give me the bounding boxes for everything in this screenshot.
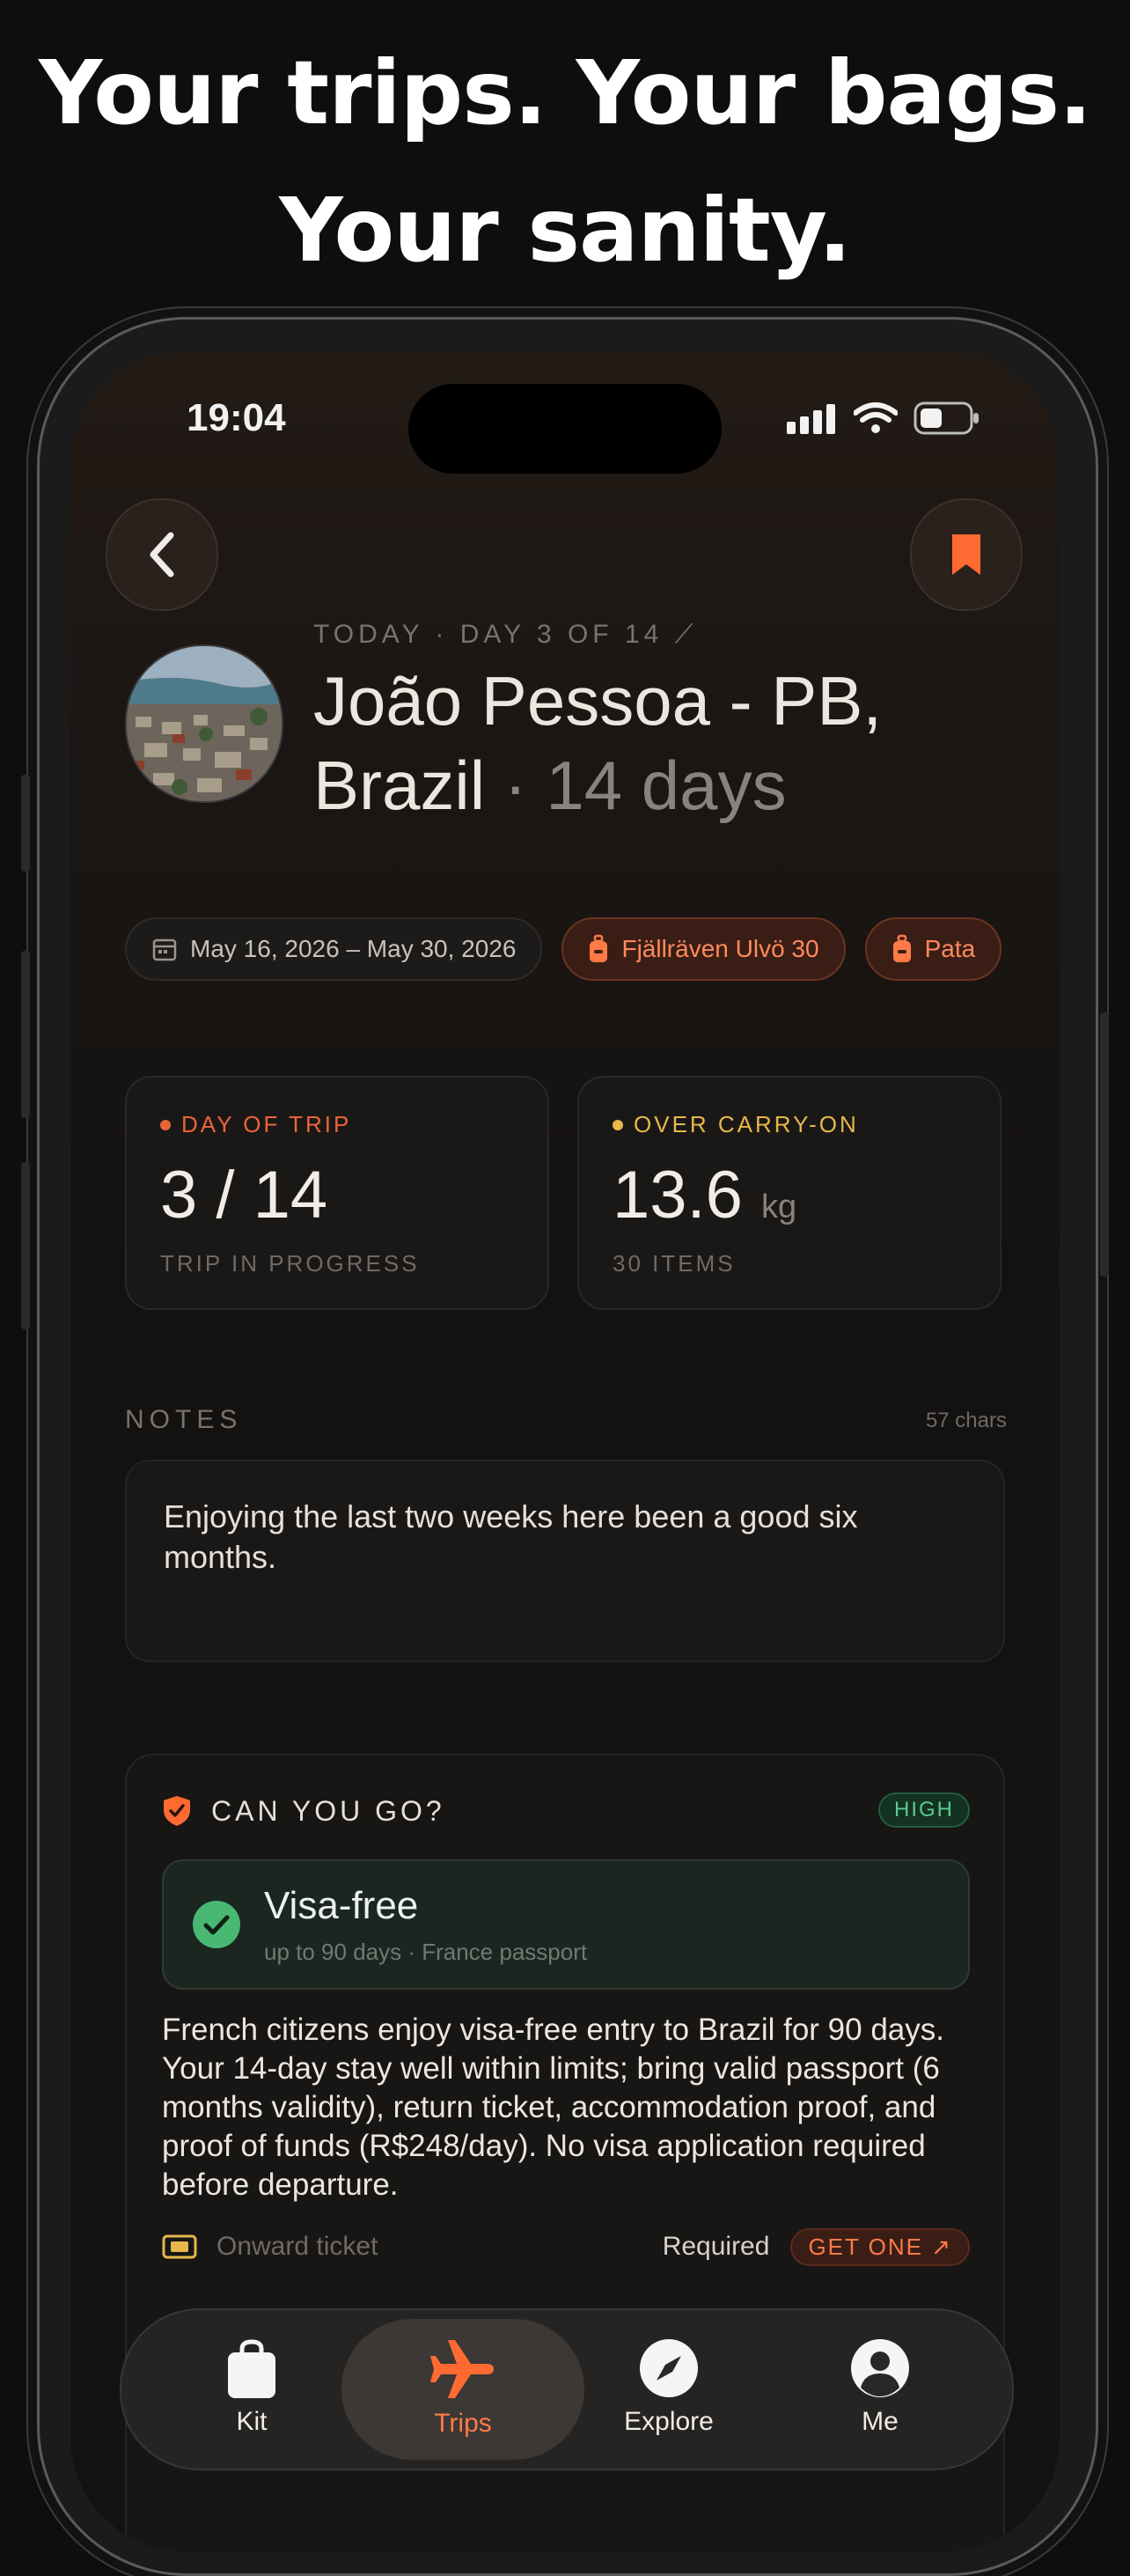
visa-description: French citizens enjoy visa-free entry to… [162, 2013, 944, 2202]
side-button [21, 951, 30, 1118]
tab-me[interactable]: Me [801, 2310, 959, 2469]
luggage-icon [892, 934, 911, 962]
status-time: 19:04 [187, 396, 286, 439]
visa-title: Visa-free [264, 1884, 419, 1927]
side-button [21, 1162, 30, 1329]
stat-label: OVER CARRY-ON [634, 1111, 859, 1137]
bag-chip-label: Pata [924, 935, 976, 962]
visa-status-box: Visa-free up to 90 days · France passpor… [162, 1859, 970, 1990]
tab-kit[interactable]: Kit [172, 2310, 331, 2469]
can-you-go-title: CAN YOU GO? [211, 1794, 445, 1827]
title-separator: · [485, 747, 547, 824]
bookmark-icon [952, 534, 980, 575]
requirement-row: Onward ticket Required GET ONE ↗ [162, 2226, 970, 2268]
carry-on-weight-card: OVER CARRY-ON 13.6 kg 30 ITEMS [577, 1076, 1002, 1310]
check-circle-icon [193, 1901, 240, 1948]
stat-unit: kg [761, 1189, 797, 1225]
dynamic-island [408, 384, 722, 474]
stat-value: 13.6 [613, 1158, 743, 1233]
power-button [1100, 1012, 1109, 1277]
notes-field[interactable]: Enjoying the last two weeks here been a … [125, 1460, 1005, 1662]
battery-icon [914, 401, 979, 435]
notes-char-count: 57 chars [925, 1409, 1007, 1432]
tab-label: Trips [434, 2409, 492, 2438]
trip-title: João Pessoa - PB, Brazil · 14 days [313, 659, 982, 828]
bag-icon [228, 2339, 275, 2398]
ticket-icon [162, 2234, 197, 2259]
destination-photo [125, 644, 283, 803]
tab-label: Explore [624, 2407, 714, 2436]
bag-chip-label: Fjällräven Ulvö 30 [621, 935, 819, 962]
notes-heading: NOTES [125, 1405, 243, 1434]
dates-label: May 16, 2026 – May 30, 2026 [190, 935, 517, 962]
calendar-icon [152, 938, 177, 961]
trip-chips: May 16, 2026 – May 30, 2026 Fjällräven U… [125, 917, 1002, 981]
side-button [21, 775, 30, 872]
stat-sub: 30 ITEMS [613, 1250, 736, 1277]
shield-check-icon [164, 1796, 190, 1826]
trip-duration: 14 days [546, 747, 787, 824]
tab-label: Me [862, 2407, 899, 2436]
tab-bar: Kit Trips Explore Me [120, 2308, 1014, 2470]
person-icon [851, 2339, 909, 2397]
requirement-status: Required [662, 2232, 770, 2261]
day-of-trip-card: DAY OF TRIP 3 / 14 TRIP IN PROGRESS [125, 1076, 549, 1310]
compass-icon [640, 2339, 698, 2397]
stat-label: DAY OF TRIP [181, 1111, 352, 1137]
bag-chip[interactable]: Pata [864, 917, 1002, 981]
app-screen: 19:04 TODAY · DAY 3 OF 14 ⟋ João Pessoa … [70, 350, 1060, 2551]
get-one-button[interactable]: GET ONE ↗ [790, 2227, 970, 2266]
stat-sub: TRIP IN PROGRESS [160, 1250, 420, 1277]
luggage-icon [590, 934, 608, 962]
requirement-label: Onward ticket [216, 2232, 378, 2261]
tab-label: Kit [236, 2407, 268, 2436]
trip-day-eyebrow: TODAY · DAY 3 OF 14 ⟋ [313, 620, 698, 649]
status-dot [613, 1119, 623, 1130]
confidence-badge: HIGH [878, 1792, 970, 1828]
plane-icon [430, 2340, 494, 2398]
dates-chip[interactable]: May 16, 2026 – May 30, 2026 [125, 917, 543, 981]
promo-headline: Your trips. Your bags. Your sanity. [39, 41, 1092, 282]
bookmark-button[interactable] [910, 498, 1023, 611]
visa-subtitle: up to 90 days · France passport [264, 1939, 588, 1965]
wifi-icon [854, 402, 898, 433]
bag-chip[interactable]: Fjällräven Ulvö 30 [561, 917, 846, 981]
chevron-left-icon [150, 532, 174, 578]
stat-value: 3 / 14 [160, 1158, 328, 1233]
back-button[interactable] [106, 498, 218, 611]
tab-explore[interactable]: Explore [590, 2310, 748, 2469]
status-dot [160, 1119, 171, 1130]
signal-icon [787, 404, 835, 434]
status-icons [787, 401, 980, 435]
tab-trips[interactable]: Trips [384, 2310, 542, 2469]
